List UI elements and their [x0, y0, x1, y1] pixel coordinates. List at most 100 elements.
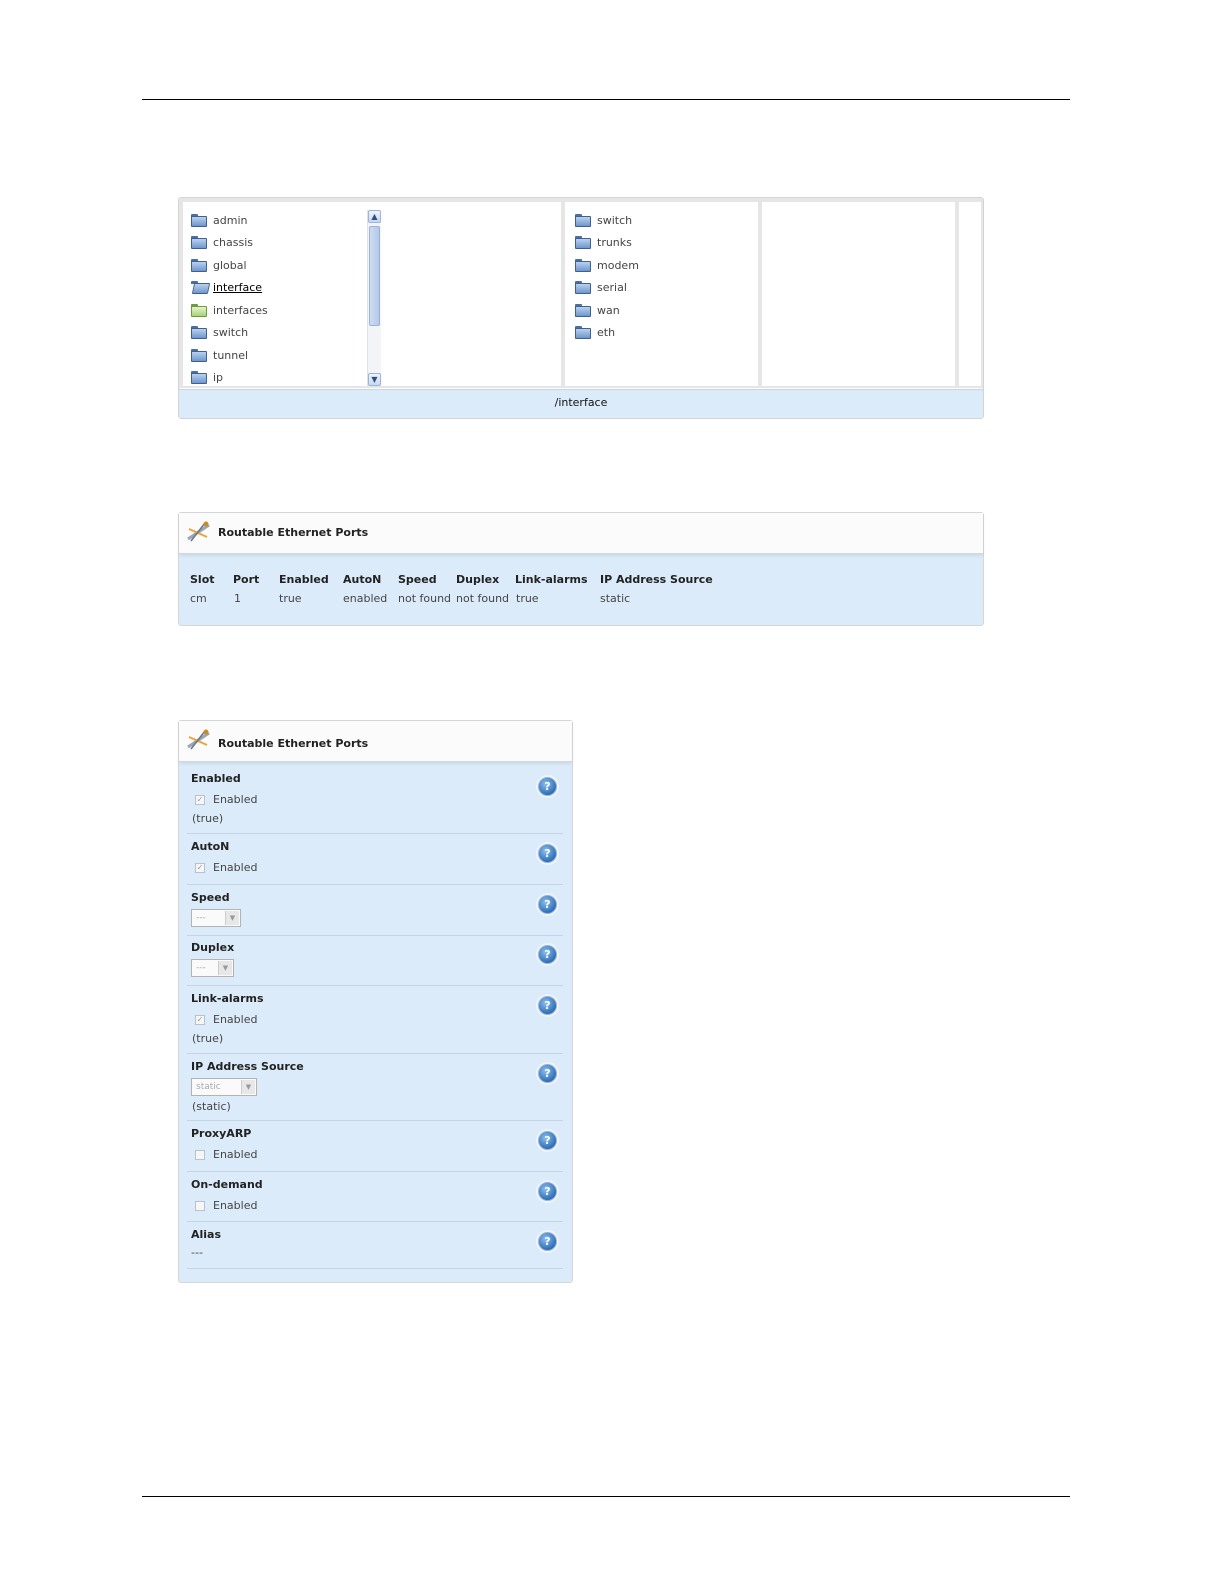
- folder-item-switch[interactable]: switch: [191, 322, 248, 342]
- help-icon[interactable]: ?: [538, 945, 557, 964]
- cell-link-alarms[interactable]: true: [516, 592, 539, 605]
- ports-form-panel: Routable Ethernet Ports Enabled ✓ Enable…: [178, 720, 573, 1283]
- folder-item-wan[interactable]: wan: [575, 300, 620, 320]
- col-header-link-alarms[interactable]: Link-alarms: [515, 573, 588, 586]
- field-duplex: Duplex --- ▼ ?: [187, 936, 563, 986]
- path-bar: /interface: [179, 389, 983, 418]
- ip-address-source-select[interactable]: static ▼: [191, 1078, 257, 1096]
- browser-column-2: switch trunks modem serial wan eth: [565, 202, 758, 386]
- field-label: Link-alarms: [191, 992, 264, 1005]
- cell-duplex[interactable]: not found: [456, 592, 509, 605]
- folder-item-trunks[interactable]: trunks: [575, 232, 632, 252]
- field-alias: Alias --- ?: [187, 1222, 563, 1269]
- folder-item-serial[interactable]: serial: [575, 277, 627, 297]
- config-browser: admin chassis global interface interface…: [178, 197, 984, 419]
- folder-item-ip[interactable]: ip: [191, 367, 223, 387]
- checkbox-label: Enabled: [213, 861, 258, 874]
- folder-item-eth[interactable]: eth: [575, 322, 615, 342]
- col-header-slot[interactable]: Slot: [190, 573, 215, 586]
- panel-title: Routable Ethernet Ports: [218, 737, 369, 750]
- cell-ip-address-source[interactable]: static: [600, 592, 630, 605]
- enabled-checkbox[interactable]: ✓: [195, 795, 205, 805]
- help-icon[interactable]: ?: [538, 1131, 557, 1150]
- cell-speed[interactable]: not found: [398, 592, 451, 605]
- duplex-select[interactable]: --- ▼: [191, 959, 234, 977]
- folder-icon: [575, 325, 592, 339]
- col-header-duplex[interactable]: Duplex: [456, 573, 499, 586]
- checkbox-label: Enabled: [213, 1148, 258, 1161]
- help-icon[interactable]: ?: [538, 844, 557, 863]
- help-icon[interactable]: ?: [538, 777, 557, 796]
- folder-item-tunnel[interactable]: tunnel: [191, 345, 248, 365]
- folder-icon: [191, 370, 208, 384]
- panel-title: Routable Ethernet Ports: [218, 526, 369, 539]
- column-scrollbar[interactable]: ▲ ▼: [367, 210, 381, 386]
- folder-item-modem[interactable]: modem: [575, 255, 639, 275]
- checkbox-label: Enabled: [213, 1013, 258, 1026]
- help-icon[interactable]: ?: [538, 1064, 557, 1083]
- field-auton: AutoN ✓ Enabled ?: [187, 834, 563, 885]
- cell-auton[interactable]: enabled: [343, 592, 387, 605]
- chevron-down-icon: ▼: [218, 961, 232, 975]
- scroll-down-icon[interactable]: ▼: [368, 373, 381, 386]
- col-header-enabled[interactable]: Enabled: [279, 573, 329, 586]
- chevron-down-icon: ▼: [241, 1080, 255, 1094]
- folder-icon: [191, 213, 208, 227]
- folder-item-admin[interactable]: admin: [191, 210, 247, 230]
- folder-item-interfaces[interactable]: interfaces: [191, 300, 268, 320]
- link-alarms-checkbox[interactable]: ✓: [195, 1015, 205, 1025]
- panel-header: Routable Ethernet Ports: [179, 721, 572, 762]
- field-label: IP Address Source: [191, 1060, 304, 1073]
- field-ip-address-source: IP Address Source static ▼ (static) ?: [187, 1054, 563, 1121]
- ports-table-panel: Routable Ethernet Ports Slot Port Enable…: [178, 512, 984, 626]
- current-value: (static): [192, 1100, 231, 1113]
- help-icon[interactable]: ?: [538, 996, 557, 1015]
- header-rule: [142, 99, 1070, 100]
- col-header-auton[interactable]: AutoN: [343, 573, 381, 586]
- on-demand-checkbox[interactable]: [195, 1201, 205, 1211]
- cell-slot[interactable]: cm: [190, 592, 207, 605]
- field-on-demand: On-demand Enabled ?: [187, 1172, 563, 1222]
- folder-icon: [575, 303, 592, 317]
- folder-item-global[interactable]: global: [191, 255, 247, 275]
- field-label: ProxyARP: [191, 1127, 252, 1140]
- cell-port[interactable]: 1: [234, 592, 241, 605]
- scroll-up-icon[interactable]: ▲: [368, 210, 381, 223]
- folder-item-chassis[interactable]: chassis: [191, 232, 253, 252]
- folder-icon: [191, 303, 208, 317]
- help-icon[interactable]: ?: [538, 1182, 557, 1201]
- folder-item-interface[interactable]: interface: [191, 277, 262, 297]
- folder-icon: [191, 325, 208, 339]
- col-header-speed[interactable]: Speed: [398, 573, 437, 586]
- chevron-down-icon: ▼: [225, 911, 239, 925]
- browser-column-3: [762, 202, 955, 386]
- folder-item-switch[interactable]: switch: [575, 210, 632, 230]
- current-value: (true): [192, 812, 224, 825]
- auton-checkbox[interactable]: ✓: [195, 863, 205, 873]
- folder-icon: [191, 258, 208, 272]
- proxyarp-checkbox[interactable]: [195, 1150, 205, 1160]
- field-label: Speed: [191, 891, 230, 904]
- help-icon[interactable]: ?: [538, 895, 557, 914]
- help-icon[interactable]: ?: [538, 1232, 557, 1251]
- field-label: Duplex: [191, 941, 235, 954]
- folder-icon: [191, 235, 208, 249]
- current-value: (true): [192, 1032, 224, 1045]
- cell-enabled[interactable]: true: [279, 592, 302, 605]
- folder-icon: [191, 348, 208, 362]
- field-label: Alias: [191, 1228, 222, 1241]
- folder-icon: [575, 280, 592, 294]
- ethernet-port-icon: [187, 521, 210, 542]
- field-label: Enabled: [191, 772, 241, 785]
- alias-value: ---: [191, 1246, 203, 1259]
- folder-icon: [575, 258, 592, 272]
- field-enabled: Enabled ✓ Enabled (true) ?: [187, 767, 563, 834]
- scroll-thumb[interactable]: [369, 226, 380, 326]
- speed-select[interactable]: --- ▼: [191, 909, 241, 927]
- folder-icon: [575, 235, 592, 249]
- col-header-ip-address-source[interactable]: IP Address Source: [600, 573, 713, 586]
- browser-column-4: [959, 202, 981, 386]
- ethernet-port-icon: [187, 729, 210, 750]
- col-header-port[interactable]: Port: [233, 573, 259, 586]
- checkbox-label: Enabled: [213, 793, 258, 806]
